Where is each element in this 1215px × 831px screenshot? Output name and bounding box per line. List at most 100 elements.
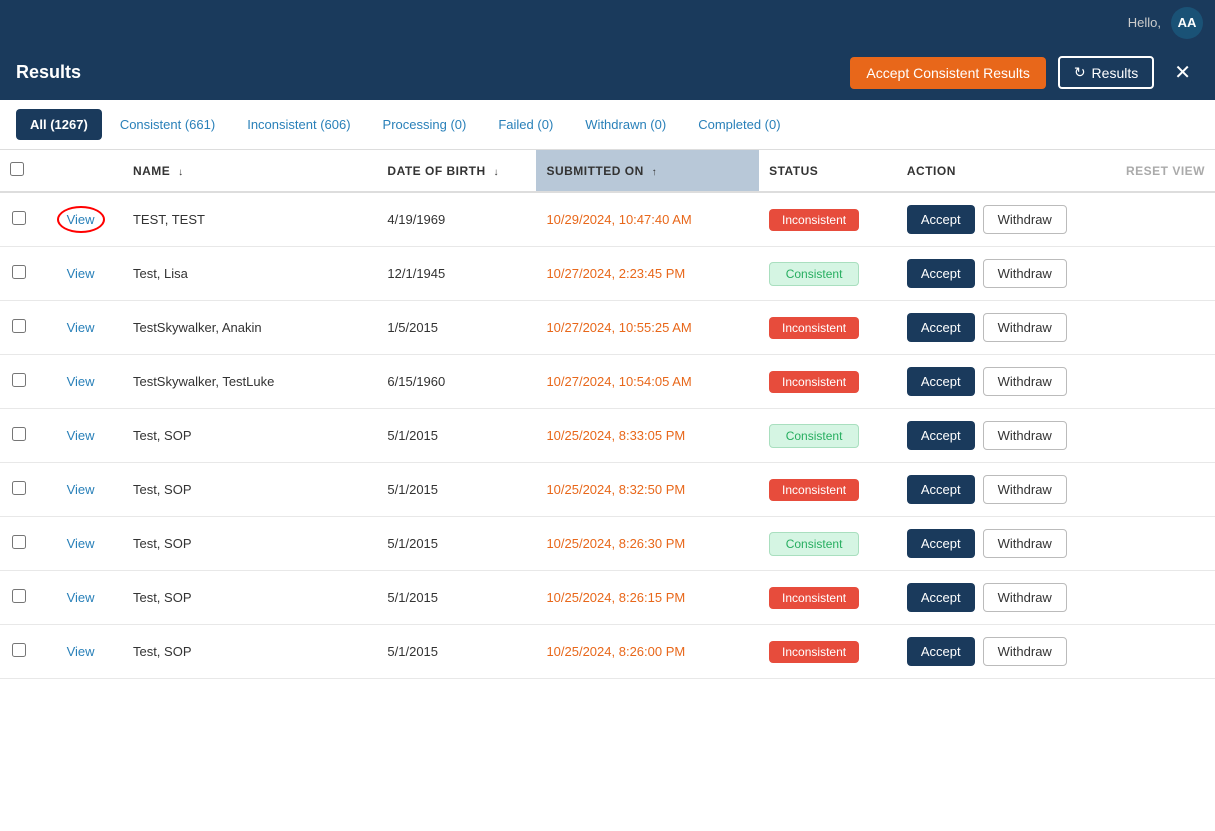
reset-view-link[interactable]: Reset view bbox=[1126, 164, 1205, 178]
refresh-icon: ↻ bbox=[1074, 64, 1086, 81]
row-submitted: 10/27/2024, 2:23:45 PM bbox=[536, 247, 759, 301]
withdraw-button[interactable]: Withdraw bbox=[983, 583, 1067, 612]
view-link-circled[interactable]: View bbox=[57, 206, 105, 233]
row-view-cell: View bbox=[38, 463, 123, 517]
header-status-cell: STATUS bbox=[759, 150, 897, 192]
tab-consistent[interactable]: Consistent (661) bbox=[106, 109, 229, 140]
withdraw-button[interactable]: Withdraw bbox=[983, 421, 1067, 450]
row-extra bbox=[1109, 625, 1215, 679]
header-name-cell[interactable]: NAME ↓ bbox=[123, 150, 377, 192]
row-action: Accept Withdraw bbox=[897, 301, 1109, 355]
row-status: Inconsistent bbox=[759, 192, 897, 247]
tab-processing[interactable]: Processing (0) bbox=[369, 109, 481, 140]
withdraw-button[interactable]: Withdraw bbox=[983, 475, 1067, 504]
action-buttons: Accept Withdraw bbox=[907, 313, 1099, 342]
row-checkbox[interactable] bbox=[12, 211, 26, 225]
table-row: View TestSkywalker, TestLuke 6/15/1960 1… bbox=[0, 355, 1215, 409]
view-link[interactable]: View bbox=[67, 428, 95, 443]
accept-button[interactable]: Accept bbox=[907, 529, 975, 558]
status-badge: Inconsistent bbox=[769, 641, 859, 663]
table-row: View Test, Lisa 12/1/1945 10/27/2024, 2:… bbox=[0, 247, 1215, 301]
withdraw-button[interactable]: Withdraw bbox=[983, 637, 1067, 666]
action-buttons: Accept Withdraw bbox=[907, 583, 1099, 612]
header-submitted-cell[interactable]: SUBMITTED ON ↑ bbox=[536, 150, 759, 192]
accept-button[interactable]: Accept bbox=[907, 421, 975, 450]
row-view-cell: View bbox=[38, 192, 123, 247]
row-extra bbox=[1109, 192, 1215, 247]
row-checkbox[interactable] bbox=[12, 481, 26, 495]
tab-withdrawn[interactable]: Withdrawn (0) bbox=[571, 109, 680, 140]
row-extra bbox=[1109, 571, 1215, 625]
row-name: Test, Lisa bbox=[123, 247, 377, 301]
accept-button[interactable]: Accept bbox=[907, 259, 975, 288]
view-link[interactable]: View bbox=[67, 644, 95, 659]
select-all-checkbox[interactable] bbox=[10, 162, 24, 176]
accept-button[interactable]: Accept bbox=[907, 313, 975, 342]
row-checkbox[interactable] bbox=[12, 265, 26, 279]
row-view-cell: View bbox=[38, 247, 123, 301]
row-checkbox[interactable] bbox=[12, 589, 26, 603]
header-checkbox-cell bbox=[0, 150, 38, 192]
row-action: Accept Withdraw bbox=[897, 571, 1109, 625]
header-bar: Results Accept Consistent Results ↻ Resu… bbox=[0, 45, 1215, 100]
row-view-cell: View bbox=[38, 355, 123, 409]
row-action: Accept Withdraw bbox=[897, 192, 1109, 247]
view-link[interactable]: View bbox=[67, 266, 95, 281]
row-view-cell: View bbox=[38, 625, 123, 679]
action-buttons: Accept Withdraw bbox=[907, 205, 1099, 234]
withdraw-button[interactable]: Withdraw bbox=[983, 367, 1067, 396]
row-view-cell: View bbox=[38, 409, 123, 463]
row-name: Test, SOP bbox=[123, 625, 377, 679]
accept-button[interactable]: Accept bbox=[907, 367, 975, 396]
row-action: Accept Withdraw bbox=[897, 517, 1109, 571]
row-extra bbox=[1109, 301, 1215, 355]
user-avatar[interactable]: AA bbox=[1171, 7, 1203, 39]
row-submitted: 10/25/2024, 8:26:15 PM bbox=[536, 571, 759, 625]
results-table-container: NAME ↓ DATE OF BIRTH ↓ SUBMITTED ON ↑ ST… bbox=[0, 150, 1215, 831]
view-link[interactable]: View bbox=[67, 482, 95, 497]
hello-text: Hello, bbox=[1128, 15, 1161, 30]
action-buttons: Accept Withdraw bbox=[907, 529, 1099, 558]
tab-failed[interactable]: Failed (0) bbox=[484, 109, 567, 140]
accept-consistent-button[interactable]: Accept Consistent Results bbox=[850, 57, 1045, 89]
accept-button[interactable]: Accept bbox=[907, 583, 975, 612]
view-link[interactable]: View bbox=[67, 590, 95, 605]
view-link[interactable]: View bbox=[67, 320, 95, 335]
accept-button[interactable]: Accept bbox=[907, 475, 975, 504]
submitted-sort-icon: ↑ bbox=[652, 167, 658, 178]
header-dob-cell[interactable]: DATE OF BIRTH ↓ bbox=[377, 150, 536, 192]
row-extra bbox=[1109, 517, 1215, 571]
row-view-cell: View bbox=[38, 517, 123, 571]
tabs-bar: All (1267)Consistent (661)Inconsistent (… bbox=[0, 100, 1215, 150]
row-status: Inconsistent bbox=[759, 355, 897, 409]
row-checkbox-cell bbox=[0, 517, 38, 571]
tab-all[interactable]: All (1267) bbox=[16, 109, 102, 140]
close-button[interactable]: ✕ bbox=[1166, 56, 1199, 89]
withdraw-button[interactable]: Withdraw bbox=[983, 259, 1067, 288]
table-row: View TEST, TEST 4/19/1969 10/29/2024, 10… bbox=[0, 192, 1215, 247]
action-buttons: Accept Withdraw bbox=[907, 637, 1099, 666]
withdraw-button[interactable]: Withdraw bbox=[983, 313, 1067, 342]
row-checkbox[interactable] bbox=[12, 535, 26, 549]
view-link[interactable]: View bbox=[67, 536, 95, 551]
view-link[interactable]: View bbox=[67, 374, 95, 389]
row-checkbox-cell bbox=[0, 571, 38, 625]
row-dob: 6/15/1960 bbox=[377, 355, 536, 409]
row-checkbox[interactable] bbox=[12, 643, 26, 657]
results-button[interactable]: ↻ Results bbox=[1058, 56, 1154, 89]
row-checkbox[interactable] bbox=[12, 319, 26, 333]
row-extra bbox=[1109, 355, 1215, 409]
tab-inconsistent[interactable]: Inconsistent (606) bbox=[233, 109, 364, 140]
withdraw-button[interactable]: Withdraw bbox=[983, 529, 1067, 558]
accept-button[interactable]: Accept bbox=[907, 205, 975, 234]
row-status: Consistent bbox=[759, 517, 897, 571]
tab-completed[interactable]: Completed (0) bbox=[684, 109, 794, 140]
row-checkbox[interactable] bbox=[12, 427, 26, 441]
row-dob: 4/19/1969 bbox=[377, 192, 536, 247]
table-row: View Test, SOP 5/1/2015 10/25/2024, 8:33… bbox=[0, 409, 1215, 463]
row-checkbox[interactable] bbox=[12, 373, 26, 387]
withdraw-button[interactable]: Withdraw bbox=[983, 205, 1067, 234]
accept-button[interactable]: Accept bbox=[907, 637, 975, 666]
status-badge: Inconsistent bbox=[769, 587, 859, 609]
table-row: View TestSkywalker, Anakin 1/5/2015 10/2… bbox=[0, 301, 1215, 355]
